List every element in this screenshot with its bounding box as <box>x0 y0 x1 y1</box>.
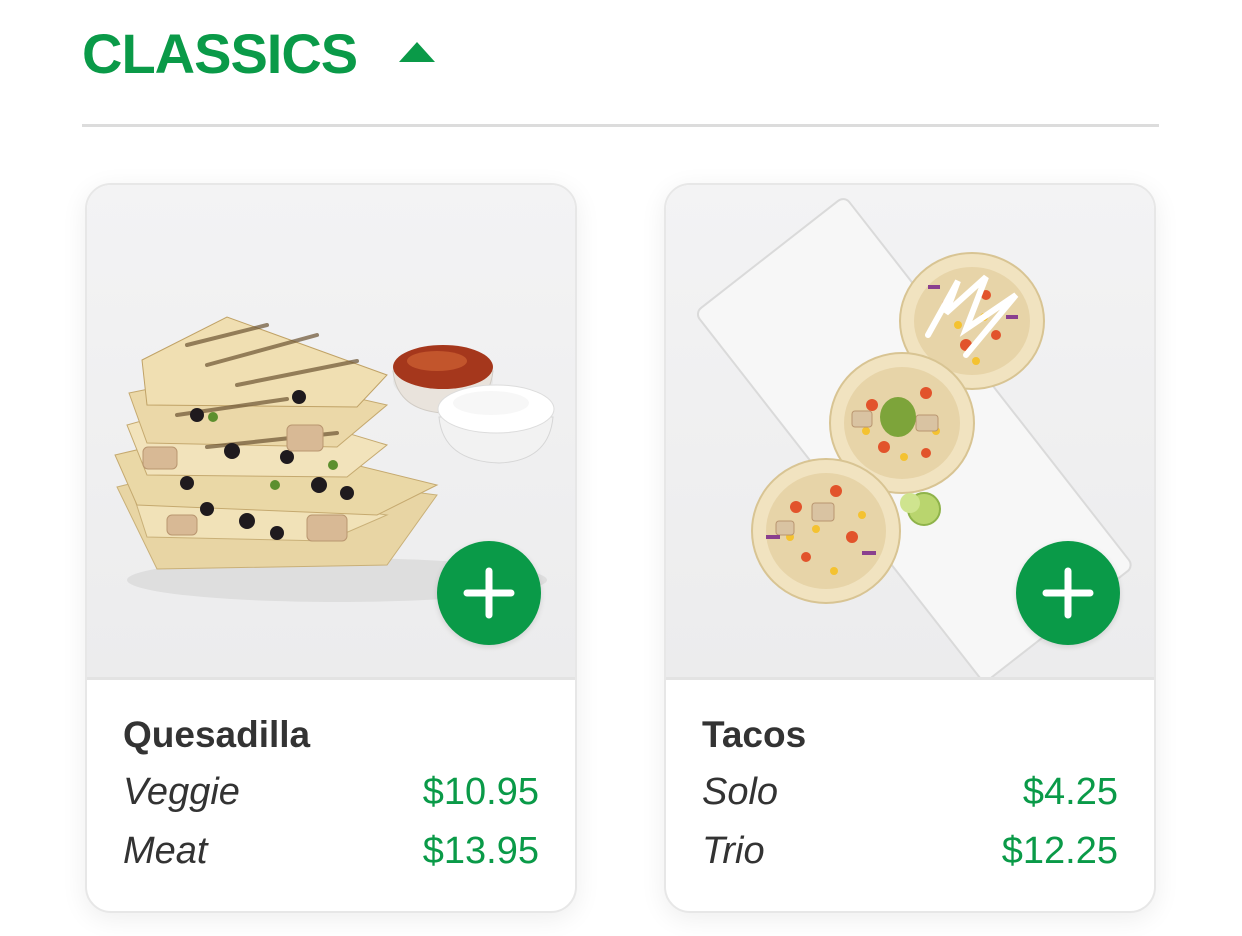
section-title: CLASSICS <box>82 22 358 85</box>
add-tacos-button[interactable] <box>1016 541 1120 645</box>
option-label: Trio <box>702 830 765 872</box>
caret-up-icon[interactable] <box>399 42 436 62</box>
section-header-classics[interactable]: CLASSICS <box>82 22 436 86</box>
menu-card-tacos[interactable]: Tacos Solo $4.25 Trio $12.25 <box>664 183 1156 913</box>
option-row: Veggie $10.95 <box>123 763 539 822</box>
menu-card-quesadilla[interactable]: Quesadilla Veggie $10.95 Meat $13.95 <box>85 183 577 913</box>
menu-page: CLASSICS Quesadilla Veggie $10.95 Meat $… <box>0 0 1242 936</box>
option-label: Meat <box>123 830 208 872</box>
add-quesadilla-button[interactable] <box>437 541 541 645</box>
option-label: Solo <box>702 771 779 813</box>
item-name: Quesadilla <box>123 714 311 755</box>
option-price: $12.25 <box>1001 830 1118 872</box>
tacos-photo <box>666 185 1154 680</box>
item-name: Tacos <box>702 714 807 755</box>
card-details: Tacos Solo $4.25 Trio $12.25 <box>702 707 1118 881</box>
quesadilla-photo <box>87 185 575 680</box>
option-row: Meat $13.95 <box>123 822 539 881</box>
card-details: Quesadilla Veggie $10.95 Meat $13.95 <box>123 707 539 881</box>
option-label: Veggie <box>123 771 240 813</box>
option-price: $10.95 <box>422 771 539 813</box>
option-row: Solo $4.25 <box>702 763 1118 822</box>
section-divider <box>82 124 1159 127</box>
option-row: Trio $12.25 <box>702 822 1118 881</box>
option-price: $13.95 <box>422 830 539 872</box>
option-price: $4.25 <box>1022 771 1118 813</box>
plus-icon <box>463 567 515 619</box>
plus-icon <box>1042 567 1094 619</box>
